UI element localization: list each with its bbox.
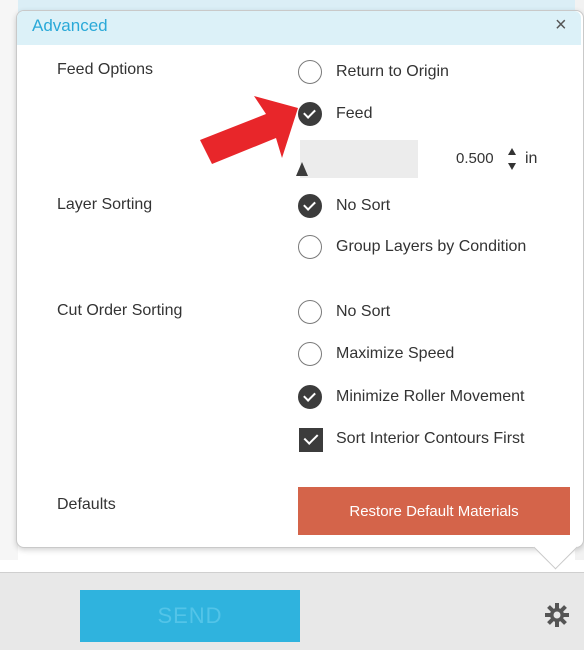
red-arrow-icon xyxy=(200,96,298,164)
feed-unit: in xyxy=(525,150,538,167)
cut-order-sorting-label: Cut Order Sorting xyxy=(57,302,183,319)
up-down-spinner-icon[interactable] xyxy=(507,146,517,172)
maximize-speed-radio[interactable] xyxy=(298,342,322,366)
send-button[interactable]: SEND xyxy=(80,590,300,642)
return-to-origin-label[interactable]: Return to Origin xyxy=(336,63,449,81)
sort-interior-label[interactable]: Sort Interior Contours First xyxy=(336,430,525,448)
layer-no-sort-radio[interactable] xyxy=(298,194,322,218)
advanced-popover xyxy=(16,10,584,548)
return-to-origin-radio[interactable] xyxy=(298,60,322,84)
close-icon[interactable]: × xyxy=(555,14,567,37)
feed-options-label: Feed Options xyxy=(57,61,154,78)
feed-label[interactable]: Feed xyxy=(336,105,372,123)
feed-amount-value[interactable]: 0.500 xyxy=(456,150,494,167)
group-layers-radio[interactable] xyxy=(298,235,322,259)
popover-title: Advanced xyxy=(32,16,108,35)
restore-default-materials-button[interactable]: Restore Default Materials xyxy=(298,487,570,535)
group-layers-label[interactable]: Group Layers by Condition xyxy=(336,238,526,256)
cut-no-sort-radio[interactable] xyxy=(298,300,322,324)
cut-no-sort-label[interactable]: No Sort xyxy=(336,303,390,321)
maximize-speed-label[interactable]: Maximize Speed xyxy=(336,345,454,363)
minimize-roller-label[interactable]: Minimize Roller Movement xyxy=(336,388,525,406)
layer-no-sort-label[interactable]: No Sort xyxy=(336,197,390,215)
defaults-label: Defaults xyxy=(57,496,116,513)
feed-slider[interactable] xyxy=(300,140,418,178)
minimize-roller-radio[interactable] xyxy=(298,385,322,409)
layer-sorting-label: Layer Sorting xyxy=(57,196,153,213)
gear-icon[interactable] xyxy=(544,602,570,628)
sort-interior-checkbox[interactable] xyxy=(299,428,323,452)
feed-radio[interactable] xyxy=(298,102,322,126)
